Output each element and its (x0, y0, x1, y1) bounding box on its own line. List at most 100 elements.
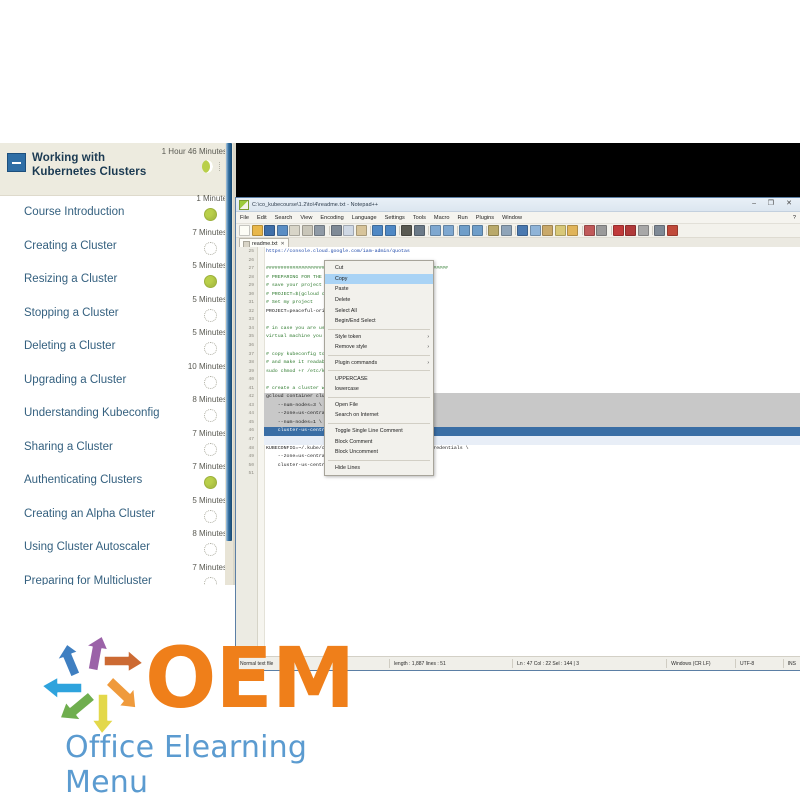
context-menu-item-toggle-single-line-comment[interactable]: Toggle Single Line Comment (325, 426, 433, 437)
lesson-row[interactable]: Understanding Kubeconfig 8 Minutes (0, 395, 233, 431)
lesson-row[interactable]: Creating a Cluster 7 Minutes (0, 228, 233, 264)
editor-area[interactable]: 25 26 27 28 29 30 31 32 33 34 35 36 37 38 39 40 41 42 43 44… (236, 247, 800, 656)
menu-item-tools[interactable]: Tools (413, 215, 426, 221)
context-menu-item-hide-lines[interactable]: Hide Lines (325, 463, 433, 474)
lesson-label[interactable]: Using Cluster Autoscaler (24, 541, 150, 554)
context-menu-item-style-token[interactable]: Style token › (325, 332, 433, 343)
course-header[interactable]: Working with Kubernetes Clusters 1 Hour … (0, 143, 233, 196)
save-all-icon[interactable] (276, 225, 288, 236)
new-file-icon[interactable] (239, 225, 250, 236)
paste-icon[interactable] (355, 225, 367, 236)
redo-icon[interactable] (384, 225, 396, 236)
save-icon[interactable] (264, 225, 275, 236)
context-menu-item-block-uncomment[interactable]: Block Uncomment (325, 447, 433, 458)
context-menu-item-remove-style[interactable]: Remove style › (325, 342, 433, 353)
doc-map-icon[interactable] (542, 225, 553, 236)
context-menu-item-lowercase[interactable]: lowercase (325, 384, 433, 395)
menu-item-window[interactable]: Window (502, 215, 522, 221)
lesson-row[interactable]: Deleting a Cluster 5 Minutes (0, 328, 233, 364)
record-macro-icon[interactable] (583, 225, 595, 236)
indent-guide-icon[interactable] (517, 225, 528, 236)
context-menu-item-plugin-commands[interactable]: Plugin commands › (325, 358, 433, 369)
replace-icon[interactable] (413, 225, 425, 236)
wiki-icon[interactable] (666, 225, 678, 236)
lesson-row[interactable]: Stopping a Cluster 5 Minutes (0, 295, 233, 331)
func-list-icon[interactable] (554, 225, 566, 236)
sync-v-icon[interactable] (459, 225, 470, 236)
menu-item-view[interactable]: View (300, 215, 312, 221)
zoom-out-icon[interactable] (442, 225, 454, 236)
folder-as-workspace-icon[interactable] (567, 225, 578, 236)
lesson-row[interactable]: Authenticating Clusters 7 Minutes (0, 462, 233, 498)
outline-scrollbar-thumb[interactable] (226, 143, 232, 541)
menu-item-file[interactable]: File (240, 215, 249, 221)
lesson-label[interactable]: Resizing a Cluster (24, 273, 117, 286)
cut-icon[interactable] (330, 225, 342, 236)
lesson-label[interactable]: Upgrading a Cluster (24, 374, 126, 387)
close-button[interactable]: ✕ (786, 200, 792, 208)
save-macro-icon[interactable] (637, 225, 649, 236)
print-icon[interactable] (314, 225, 325, 236)
line-number: 46 (248, 428, 254, 434)
lesson-label[interactable]: Understanding Kubeconfig (24, 407, 160, 420)
menu-item-macro[interactable]: Macro (434, 215, 450, 221)
lesson-row[interactable]: Creating an Alpha Cluster 5 Minutes (0, 496, 233, 532)
close-all-icon[interactable] (301, 225, 313, 236)
menu-item-encoding[interactable]: Encoding (320, 215, 343, 221)
run-icon[interactable] (654, 225, 665, 236)
zoom-in-icon[interactable] (430, 225, 441, 236)
minimize-button[interactable]: – (752, 200, 756, 208)
lesson-status-indicator (204, 208, 217, 221)
context-menu-item-begin-end-select[interactable]: Begin/End Select (325, 316, 433, 327)
menu-item-help[interactable]: ? (793, 215, 796, 221)
lesson-row[interactable]: Using Cluster Autoscaler 8 Minutes (0, 529, 233, 565)
context-menu-item-open-file[interactable]: Open File (325, 400, 433, 411)
close-icon[interactable] (289, 225, 300, 236)
find-icon[interactable] (401, 225, 412, 236)
menu-item-language[interactable]: Language (352, 215, 377, 221)
outline-scrollbar[interactable] (225, 143, 233, 585)
menu-item-edit[interactable]: Edit (257, 215, 267, 221)
context-menu-item-block-comment[interactable]: Block Comment (325, 436, 433, 447)
lesson-label[interactable]: Deleting a Cluster (24, 340, 115, 353)
open-file-icon[interactable] (251, 225, 263, 236)
lesson-label[interactable]: Preparing for Multicluster (24, 575, 152, 585)
lesson-row[interactable]: Sharing a Cluster 7 Minutes (0, 429, 233, 465)
undo-icon[interactable] (372, 225, 383, 236)
menu-item-plugins[interactable]: Plugins (476, 215, 494, 221)
menu-item-run[interactable]: Run (457, 215, 467, 221)
stop-macro-icon[interactable] (596, 225, 607, 236)
maximize-button[interactable]: ❐ (768, 200, 774, 208)
show-all-chars-icon[interactable] (500, 225, 512, 236)
play-macro-icon[interactable] (612, 225, 624, 236)
lesson-row[interactable]: Preparing for Multicluster 7 Minutes (0, 563, 233, 585)
lesson-label[interactable]: Sharing a Cluster (24, 441, 113, 454)
context-menu-item-paste[interactable]: Paste (325, 284, 433, 295)
lesson-label[interactable]: Course Introduction (24, 206, 124, 219)
context-menu-item-uppercase[interactable]: UPPERCASE (325, 373, 433, 384)
lesson-row[interactable]: Resizing a Cluster 5 Minutes (0, 261, 233, 297)
notepad-titlebar[interactable]: C:\co_kubecourse\1.2\to\4\readme.txt - N… (236, 198, 800, 212)
lesson-status-indicator (204, 576, 217, 585)
lesson-label[interactable]: Stopping a Cluster (24, 307, 119, 320)
context-menu-item-copy[interactable]: Copy (325, 273, 433, 285)
minus-square-icon[interactable] (7, 153, 26, 172)
lesson-label[interactable]: Authenticating Clusters (24, 474, 142, 487)
context-menu-item-search-on-internet[interactable]: Search on Internet (325, 410, 433, 421)
sync-h-icon[interactable] (471, 225, 483, 236)
lesson-row[interactable]: Course Introduction 1 Minute (0, 194, 233, 230)
context-menu-item-label: Copy (335, 275, 348, 282)
menu-item-search[interactable]: Search (275, 215, 293, 221)
user-lang-icon[interactable] (529, 225, 541, 236)
copy-icon[interactable] (343, 225, 354, 236)
lesson-label[interactable]: Creating an Alpha Cluster (24, 508, 155, 521)
context-menu-item-select-all[interactable]: Select All (325, 305, 433, 316)
word-wrap-icon[interactable] (488, 225, 499, 236)
lesson-row[interactable]: Upgrading a Cluster 10 Minutes (0, 362, 233, 398)
run-macro-multiple-icon[interactable] (625, 225, 636, 236)
context-menu-item-cut[interactable]: Cut (325, 263, 433, 274)
menu-item-settings[interactable]: Settings (385, 215, 405, 221)
code-line[interactable]: https://console.cloud.google.com/iam-adm… (264, 248, 800, 257)
context-menu-item-delete[interactable]: Delete (325, 295, 433, 306)
lesson-label[interactable]: Creating a Cluster (24, 240, 117, 253)
